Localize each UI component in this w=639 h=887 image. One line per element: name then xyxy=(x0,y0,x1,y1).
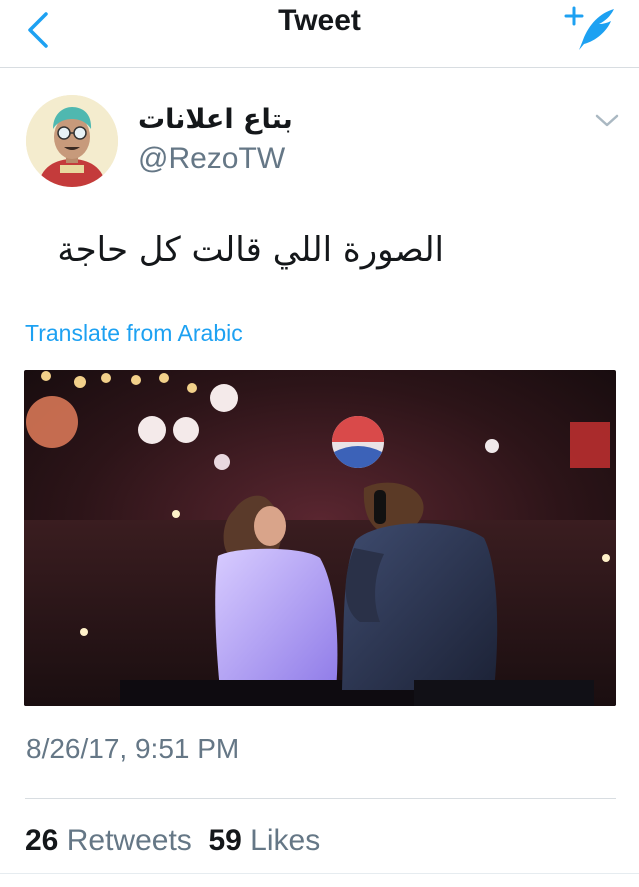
more-options-button[interactable] xyxy=(590,108,624,134)
chevron-down-icon xyxy=(595,114,619,127)
likes-label: Likes xyxy=(250,824,321,857)
tweet-stats: 26 Retweets 59 Likes xyxy=(25,824,320,858)
compose-button[interactable] xyxy=(562,4,620,52)
bottom-divider xyxy=(0,873,639,874)
concert-photo xyxy=(24,370,616,706)
avatar[interactable] xyxy=(26,95,118,187)
navigation-bar: Tweet xyxy=(0,0,639,68)
likes-stat[interactable]: 59 Likes xyxy=(208,824,320,857)
retweets-stat[interactable]: 26 Retweets xyxy=(25,824,192,857)
divider xyxy=(25,798,616,799)
retweets-label: Retweets xyxy=(66,824,192,857)
author-handle[interactable]: @RezoTW xyxy=(138,142,285,176)
page-title: Tweet xyxy=(278,4,361,37)
compose-feather-icon xyxy=(564,6,614,50)
tweet-text: الصورة اللي قالت كل حاجة xyxy=(57,230,444,270)
author-display-name[interactable]: بتاع اعلانات xyxy=(138,104,293,135)
likes-count: 59 xyxy=(208,824,242,857)
avatar-image xyxy=(26,95,118,187)
tweet-timestamp: 8/26/17, 9:51 PM xyxy=(26,733,240,764)
translate-link[interactable]: Translate from Arabic xyxy=(25,320,243,347)
retweets-count: 26 xyxy=(25,824,59,857)
tweet-media-photo[interactable] xyxy=(24,370,616,706)
